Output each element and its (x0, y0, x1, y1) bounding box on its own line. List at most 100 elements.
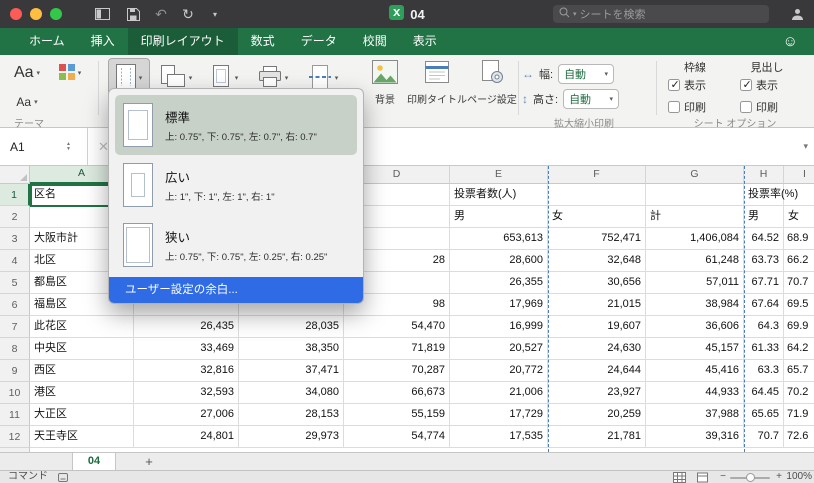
gridlines-print-option[interactable]: 印刷 (668, 99, 706, 115)
cell-F12[interactable]: 21,781 (548, 426, 646, 448)
cell-F2[interactable]: 女 (548, 206, 646, 228)
cell-G1[interactable] (646, 184, 744, 206)
row-header-11[interactable]: 11 (0, 404, 30, 426)
tab-view[interactable]: 表示 (400, 28, 450, 55)
cell-H12[interactable]: 70.7 (744, 426, 784, 448)
formula-bar-expand-icon[interactable]: ▾ (803, 128, 808, 165)
cell-D10[interactable]: 66,673 (344, 382, 450, 404)
cell-B8[interactable]: 33,469 (134, 338, 239, 360)
cell-A8[interactable]: 中央区 (30, 338, 134, 360)
cell-A11[interactable]: 大正区 (30, 404, 134, 426)
cell-H5[interactable]: 67.71 (744, 272, 784, 294)
cell-C12[interactable]: 29,973 (239, 426, 344, 448)
row-header-10[interactable]: 10 (0, 382, 30, 404)
cell-G9[interactable]: 45,416 (646, 360, 744, 382)
cell-H9[interactable]: 63.3 (744, 360, 784, 382)
column-header-E[interactable]: E (450, 166, 548, 184)
cell-G7[interactable]: 36,606 (646, 316, 744, 338)
cell-E9[interactable]: 20,772 (450, 360, 548, 382)
cell-E2[interactable]: 男 (450, 206, 548, 228)
cell-C9[interactable]: 37,471 (239, 360, 344, 382)
name-box-stepper-icon[interactable]: ▲ ▼ (66, 141, 71, 152)
headings-view-option[interactable]: 表示 (740, 77, 778, 93)
fullscreen-button[interactable] (50, 8, 62, 20)
theme-fonts-button[interactable]: Aa ▾ (8, 91, 46, 113)
page-setup-dialog-button[interactable]: ページ設定 (467, 58, 517, 118)
row-header-5[interactable]: 5 (0, 272, 30, 294)
cell-D12[interactable]: 54,774 (344, 426, 450, 448)
cell-A12[interactable]: 天王寺区 (30, 426, 134, 448)
cell-D9[interactable]: 70,287 (344, 360, 450, 382)
theme-colors-button[interactable]: ▾ (52, 59, 88, 87)
cell-B10[interactable]: 32,593 (134, 382, 239, 404)
cell-D7[interactable]: 54,470 (344, 316, 450, 338)
page-layout-view-icon[interactable] (697, 472, 708, 483)
cell-F4[interactable]: 32,648 (548, 250, 646, 272)
cell-C11[interactable]: 28,153 (239, 404, 344, 426)
cell-F3[interactable]: 752,471 (548, 228, 646, 250)
cell-F7[interactable]: 19,607 (548, 316, 646, 338)
column-header-F[interactable]: F (548, 166, 646, 184)
cell-G3[interactable]: 1,406,084 (646, 228, 744, 250)
sidebar-toggle-icon[interactable] (90, 0, 114, 28)
cell-I5[interactable]: 70.7 (784, 272, 814, 294)
cell-E8[interactable]: 20,527 (450, 338, 548, 360)
sheet-tab-04[interactable]: 04 (72, 453, 116, 470)
cell-E10[interactable]: 21,006 (450, 382, 548, 404)
row-header-7[interactable]: 7 (0, 316, 30, 338)
cell-H7[interactable]: 64.3 (744, 316, 784, 338)
cell-G11[interactable]: 37,988 (646, 404, 744, 426)
cell-E11[interactable]: 17,729 (450, 404, 548, 426)
cell-G12[interactable]: 39,316 (646, 426, 744, 448)
cell-E5[interactable]: 26,355 (450, 272, 548, 294)
tab-review[interactable]: 校閲 (350, 28, 400, 55)
macro-indicator-icon[interactable] (58, 473, 68, 483)
feedback-smiley-icon[interactable]: ☺ (783, 28, 798, 55)
cell-I3[interactable]: 68.9 (784, 228, 814, 250)
cell-A7[interactable]: 此花区 (30, 316, 134, 338)
cell-I6[interactable]: 69.5 (784, 294, 814, 316)
cell-I7[interactable]: 69.9 (784, 316, 814, 338)
column-header-H[interactable]: H (744, 166, 784, 184)
scale-height-select[interactable]: 自動 ▾ (563, 89, 620, 109)
sheet-search-input[interactable]: ▾ シートを検索 (553, 5, 769, 23)
row-header-9[interactable]: 9 (0, 360, 30, 382)
cell-I12[interactable]: 72.6 (784, 426, 814, 448)
tab-formulas[interactable]: 数式 (238, 28, 288, 55)
normal-view-icon[interactable] (673, 472, 686, 483)
cell-H1[interactable]: 投票率(%) (744, 184, 798, 206)
cell-F11[interactable]: 20,259 (548, 404, 646, 426)
cell-H4[interactable]: 63.73 (744, 250, 784, 272)
cell-H2[interactable]: 男 (744, 206, 784, 228)
row-header-1[interactable]: 1 (0, 184, 30, 206)
cell-D11[interactable]: 55,159 (344, 404, 450, 426)
cell-B12[interactable]: 24,801 (134, 426, 239, 448)
cell-D8[interactable]: 71,819 (344, 338, 450, 360)
cell-I11[interactable]: 71.9 (784, 404, 814, 426)
cell-G6[interactable]: 38,984 (646, 294, 744, 316)
row-header-4[interactable]: 4 (0, 250, 30, 272)
gridlines-view-option[interactable]: 表示 (668, 77, 706, 93)
cell-E3[interactable]: 653,613 (450, 228, 548, 250)
share-icon[interactable] (791, 8, 804, 23)
cell-G4[interactable]: 61,248 (646, 250, 744, 272)
cell-A10[interactable]: 港区 (30, 382, 134, 404)
gridlines-view-checkbox[interactable] (668, 78, 680, 91)
cell-E6[interactable]: 17,969 (450, 294, 548, 316)
redo-icon[interactable]: ↻ (176, 0, 200, 28)
cell-F9[interactable]: 24,644 (548, 360, 646, 382)
cell-E1[interactable]: 投票者数(人) (450, 184, 548, 206)
save-icon[interactable] (121, 0, 145, 28)
name-box[interactable]: A1 ▲ ▼ (0, 128, 88, 165)
cell-G5[interactable]: 57,011 (646, 272, 744, 294)
cell-I4[interactable]: 66.2 (784, 250, 814, 272)
margins-option-wide[interactable]: 広い 上: 1", 下: 1", 左: 1", 右: 1" (115, 155, 357, 215)
themes-button[interactable]: Aa ▾ (8, 59, 46, 87)
cell-G2[interactable]: 計 (646, 206, 744, 228)
cell-C10[interactable]: 34,080 (239, 382, 344, 404)
toolbar-options-icon[interactable]: ▾ (203, 0, 227, 28)
margins-custom-option[interactable]: ユーザー設定の余白... (109, 277, 363, 303)
tab-data[interactable]: データ (288, 28, 350, 55)
print-titles-button[interactable]: 印刷タイトル (407, 58, 467, 118)
tab-home[interactable]: ホーム (16, 28, 78, 55)
